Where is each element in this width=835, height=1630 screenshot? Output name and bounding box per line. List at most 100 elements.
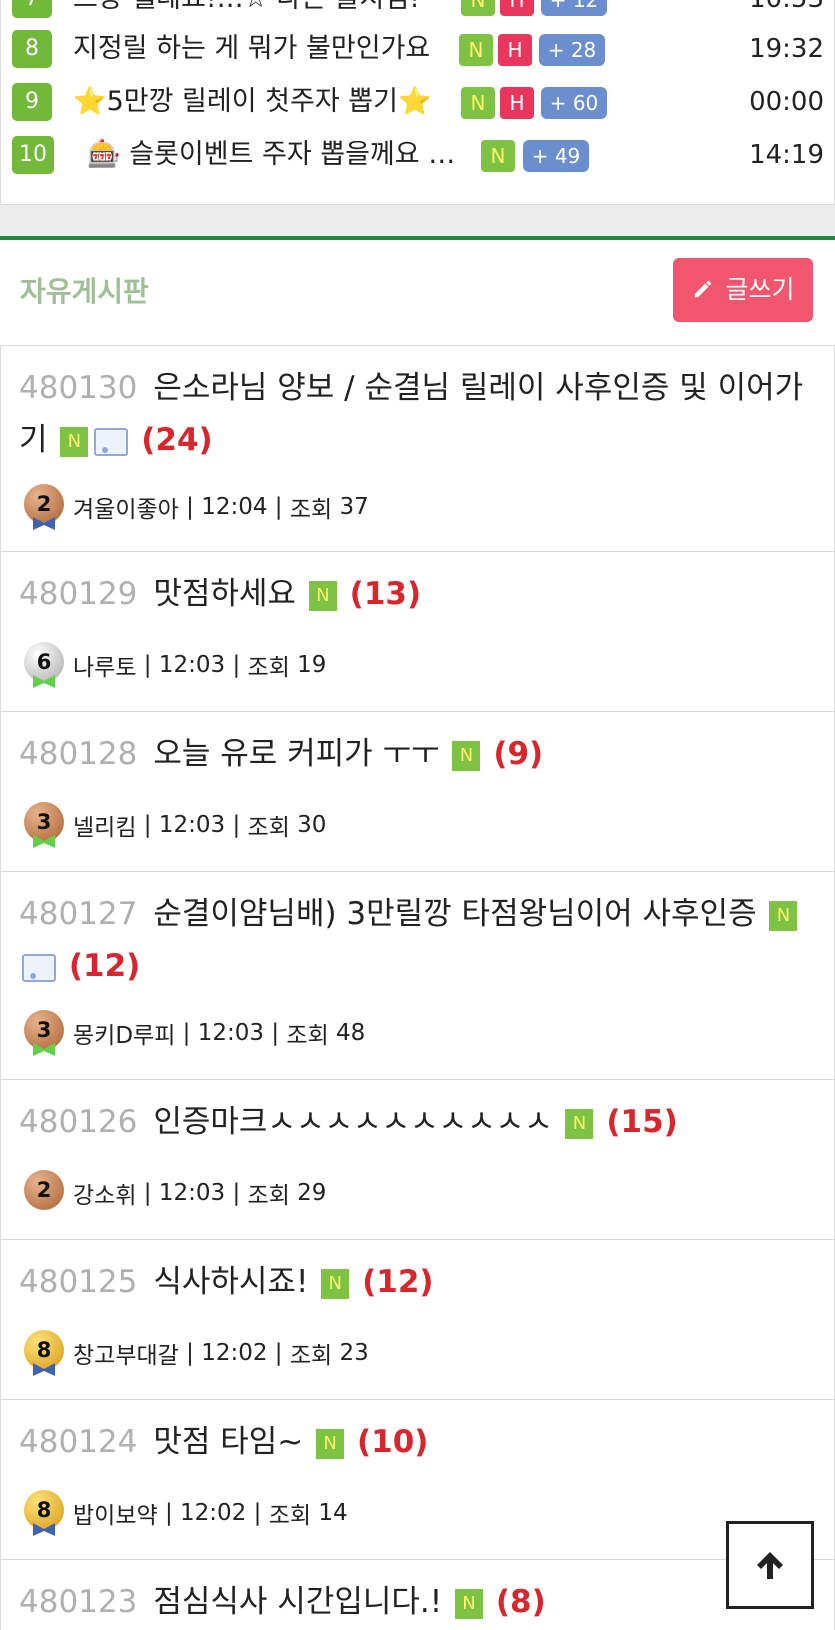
post-item[interactable]: 480129 맛점하세요 N (13) 6 나루토 | 12:03 | 조회 19 [0,552,835,712]
post-meta: 2 겨울이좋아 | 12:04 | 조회 37 [23,484,369,530]
meta-separator: | [175,1020,198,1046]
new-badge: N [769,900,798,931]
comment-count: (12) [362,1264,434,1300]
post-meta: 3 넬리킴 | 12:03 | 조회 30 [23,802,326,848]
ranking-time: 00:00 [749,87,824,117]
ranking-title[interactable]: 으랑 웰레요!…☆ 다른 울지엄! [73,0,453,23]
meta-separator: | [225,812,248,838]
post-item[interactable]: 480127 순결이얌님배) 3만릴깡 타점왕님이어 사후인증 N (12) 3 … [0,872,835,1080]
comment-count: (13) [349,576,422,612]
view-count: 23 [339,1340,369,1366]
post-title-line[interactable]: 480125 식사하시죠! N (12) [19,1256,816,1308]
views-label: 조회 [286,1023,329,1049]
rank-number: 10 [12,136,54,174]
post-item[interactable]: 480128 오늘 유로 커피가 ㅜㅜ N (9) 3 넬리킴 | 12:03 |… [0,712,835,872]
post-time: 12:03 [197,1020,265,1046]
post-title-line[interactable]: 480130 은소라님 양보 / 순결님 릴레이 사후인증 및 이어가기 N (2… [19,362,816,466]
image-icon [94,427,129,456]
post-title-line[interactable]: 480129 맛점하세요 N (13) [19,568,816,620]
comment-count: (24) [141,422,213,458]
ranking-row[interactable]: 7 으랑 웰레요!…☆ 다른 울지엄! N H + 12 10:53 [1,0,834,23]
post-title[interactable]: 순결이얌님배) 3만릴깡 타점왕님이어 사후인증 [153,896,756,932]
ranking-time: 10:53 [749,0,824,23]
section-divider [0,205,835,236]
meta-separator: | [267,1340,290,1366]
author-name[interactable]: 밥이보약 [73,1496,158,1530]
new-badge: N [316,1428,345,1459]
view-count: 48 [336,1020,366,1046]
author-name[interactable]: 창고부대갈 [73,1336,179,1370]
post-item[interactable]: 480123 점심식사 시간입니다.! N (8) [0,1560,835,1630]
ranking-title[interactable]: 지정릴 하는 게 뭐가 불만인가요 [73,25,453,73]
comment-count-badge: + 49 [523,140,589,172]
post-title-line[interactable]: 480126 인증마크ㅅㅅㅅㅅㅅㅅㅅㅅㅅㅅ N (15) [19,1096,816,1148]
view-count: 14 [318,1500,348,1526]
comment-count: (15) [606,1104,678,1140]
post-title[interactable]: 맛점하세요 [153,576,296,612]
post-title[interactable]: 인증마크ㅅㅅㅅㅅㅅㅅㅅㅅㅅㅅ [153,1104,552,1140]
meta-separator: | [136,1180,159,1206]
comment-count-badge: + 28 [539,34,605,66]
author-name[interactable]: 넬리킴 [73,808,136,842]
post-time: 12:04 [201,494,268,520]
post-title[interactable]: 식사하시죠! [153,1264,308,1300]
meta-separator: | [178,1340,202,1366]
post-item[interactable]: 480130 은소라님 양보 / 순결님 릴레이 사후인증 및 이어가기 N (2… [0,346,835,552]
views-label: 조회 [247,815,290,841]
author-name[interactable]: 나루토 [73,648,136,682]
rank-number: 8 [12,30,52,68]
post-title[interactable]: 맛점 타임~ [153,1424,303,1460]
post-number: 480130 [19,370,138,406]
post-meta: 6 나루토 | 12:03 | 조회 19 [23,642,326,688]
post-item[interactable]: 480124 맛점 타임~ N (10) 8 밥이보약 | 12:02 | 조회 … [0,1400,835,1560]
meta-separator: | [157,1500,181,1526]
post-title-line[interactable]: 480127 순결이얌님배) 3만릴깡 타점왕님이어 사후인증 N (12) [19,888,816,992]
ranking-row[interactable]: 10 🎰 슬롯이벤트 주자 뽑을께요 … N + 49 14:19 [1,131,834,179]
new-badge: N [459,34,493,66]
ranking-row[interactable]: 9 ⭐5만깡 릴레이 첫주자 뽑기⭐ N H + 60 00:00 [1,78,834,126]
views-label: 조회 [247,1183,290,1209]
level-badge-icon: 8 [23,1330,65,1376]
view-count: 29 [297,1180,327,1206]
post-title[interactable]: 오늘 유로 커피가 ㅜㅜ [153,736,439,772]
post-title-line[interactable]: 480128 오늘 유로 커피가 ㅜㅜ N (9) [19,728,816,780]
author-name[interactable]: 몽키D루피 [73,1016,175,1050]
ranking-title[interactable]: ⭐5만깡 릴레이 첫주자 뽑기⭐ [73,78,455,126]
post-title[interactable]: 점심식사 시간입니다.! [153,1584,442,1620]
scroll-top-button[interactable] [726,1521,814,1609]
ranking-row[interactable]: 8 지정릴 하는 게 뭐가 불만인가요 N H + 28 19:32 [1,25,834,73]
meta-separator: | [136,652,159,678]
new-badge: N [452,740,481,771]
post-title-line[interactable]: 480124 맛점 타임~ N (10) [19,1416,816,1468]
level-badge-icon: 3 [23,1010,65,1056]
new-badge: N [60,426,89,457]
post-item[interactable]: 480125 식사하시죠! N (12) 8 창고부대갈 | 12:02 | 조회… [0,1240,835,1400]
new-badge: N [461,0,495,16]
views-label: 조회 [289,497,333,523]
level-badge-icon: 8 [23,1490,65,1536]
new-badge: N [481,140,515,172]
write-post-label: 글쓰기 [725,275,795,304]
post-meta: 3 몽키D루피 | 12:03 | 조회 48 [23,1010,365,1056]
post-time: 12:02 [180,1500,247,1526]
comment-count: (9) [493,736,544,772]
post-meta: 8 밥이보약 | 12:02 | 조회 14 [23,1490,348,1536]
popular-posts-panel: 7 으랑 웰레요!…☆ 다른 울지엄! N H + 12 10:53 8 지정릴… [0,0,835,205]
new-badge: N [321,1268,350,1299]
post-time: 12:03 [158,652,226,678]
ranking-title[interactable]: 🎰 슬롯이벤트 주자 뽑을께요 … [87,131,463,179]
board-title[interactable]: 자유게시판 [20,270,149,310]
write-post-button[interactable]: 글쓰기 [673,258,813,322]
post-number: 480125 [19,1264,138,1300]
level-badge-icon: 3 [23,802,65,848]
comment-count: (12) [68,948,141,984]
view-count: 37 [339,494,369,520]
post-time: 12:02 [201,1340,268,1366]
post-item[interactable]: 480126 인증마크ㅅㅅㅅㅅㅅㅅㅅㅅㅅㅅ N (15) 2 강소휘 | 12:0… [0,1080,835,1240]
author-name[interactable]: 겨울이좋아 [73,490,179,524]
post-meta: 8 창고부대갈 | 12:02 | 조회 23 [23,1330,369,1376]
rank-number: 9 [12,83,52,121]
post-title-line[interactable]: 480123 점심식사 시간입니다.! N (8) [19,1576,816,1628]
post-number: 480127 [19,896,138,932]
author-name[interactable]: 강소휘 [73,1176,136,1210]
